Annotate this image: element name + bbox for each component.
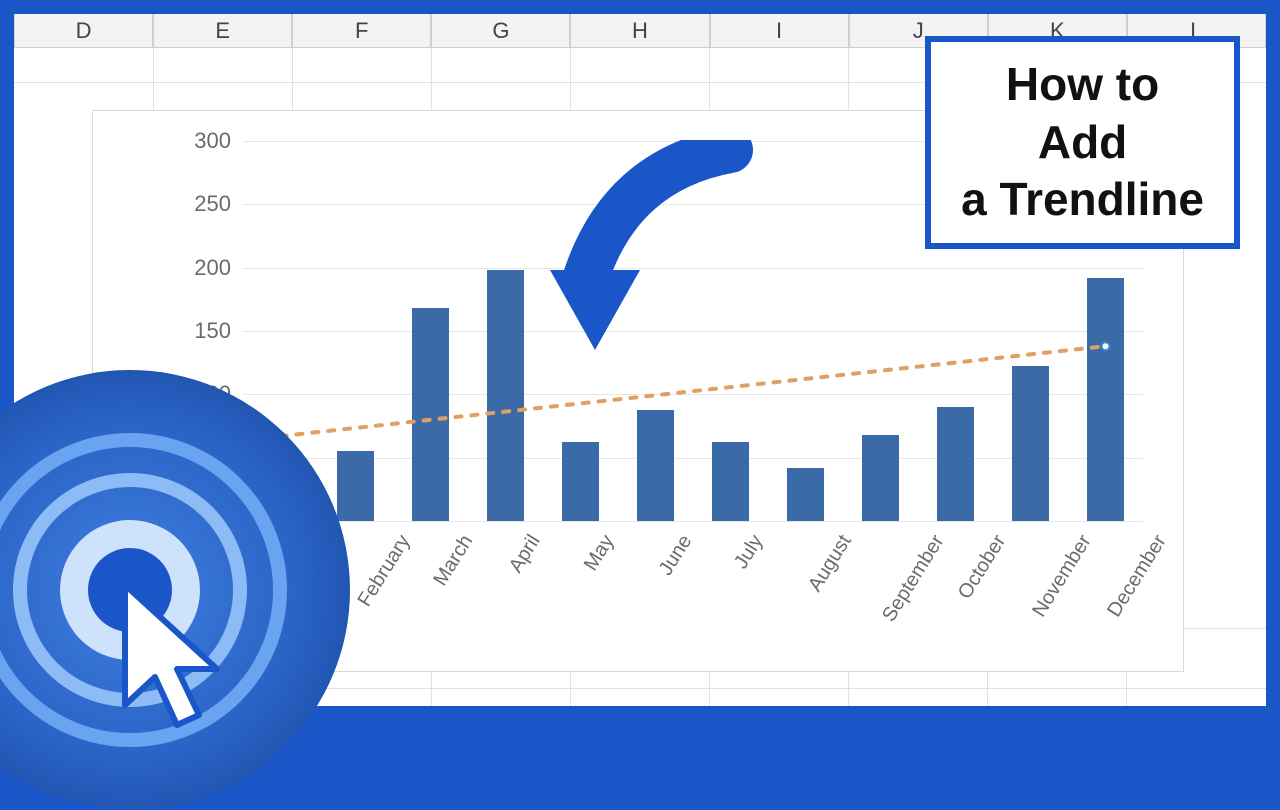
column-header-E[interactable]: E — [153, 14, 292, 48]
callout-line-1: How to — [961, 56, 1204, 114]
callout-line-2: Add — [961, 114, 1204, 172]
y-tick-label: 300 — [194, 128, 231, 154]
x-tick-label: November — [1028, 531, 1096, 621]
x-tick-label: July — [729, 531, 767, 573]
column-header-F[interactable]: F — [292, 14, 431, 48]
arrow-icon — [550, 140, 770, 360]
x-tick-label: September — [878, 531, 949, 626]
x-tick-label: May — [579, 531, 619, 575]
column-header-D[interactable]: D — [14, 14, 153, 48]
x-axis: JanuaryFebruaryMarchAprilMayJuneJulyAugu… — [243, 521, 1143, 671]
x-tick-label: December — [1103, 531, 1171, 621]
column-header-G[interactable]: G — [431, 14, 570, 48]
x-tick-label: April — [504, 531, 545, 577]
x-tick-label: August — [804, 531, 857, 596]
title-callout: How to Add a Trendline — [925, 36, 1240, 249]
x-tick-label: March — [429, 531, 478, 590]
y-tick-label: 250 — [194, 191, 231, 217]
y-tick-label: 150 — [194, 318, 231, 344]
x-tick-label: June — [654, 531, 696, 580]
x-tick-label: February — [353, 531, 415, 611]
column-header-H[interactable]: H — [570, 14, 709, 48]
cursor-logo-icon — [0, 370, 350, 810]
callout-line-3: a Trendline — [961, 171, 1204, 229]
y-tick-label: 200 — [194, 255, 231, 281]
column-header-I[interactable]: I — [710, 14, 849, 48]
x-tick-label: October — [953, 531, 1010, 604]
